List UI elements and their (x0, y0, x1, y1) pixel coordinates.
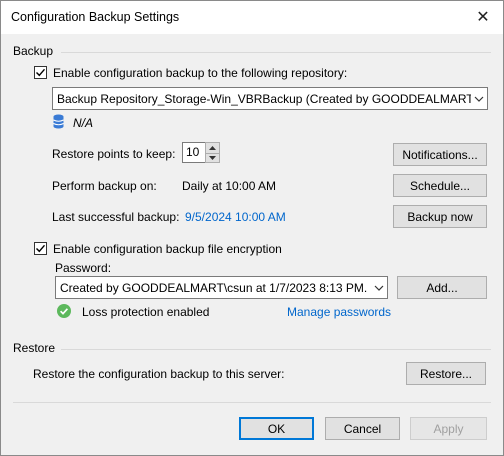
restore-button[interactable]: Restore... (406, 362, 486, 385)
backup-group-label: Backup (13, 44, 54, 58)
spin-down-icon[interactable] (206, 152, 219, 163)
close-icon: ✕ (476, 9, 490, 26)
cancel-button[interactable]: Cancel (325, 417, 400, 440)
spin-up-icon[interactable] (206, 143, 219, 153)
enable-encryption-label: Enable configuration backup file encrypt… (53, 242, 282, 256)
footer-divider (13, 402, 491, 403)
database-icon (53, 114, 64, 132)
password-dropdown-value: Created by GOODDEALMART\csun at 1/7/2023… (60, 280, 371, 295)
perform-backup-label: Perform backup on: (52, 179, 157, 193)
restore-group-label: Restore (13, 341, 56, 355)
loss-protection-status: Loss protection enabled (82, 305, 210, 319)
last-backup-label: Last successful backup: (52, 210, 180, 224)
password-dropdown[interactable]: Created by GOODDEALMART\csun at 1/7/2023… (55, 276, 388, 299)
notifications-button[interactable]: Notifications... (393, 143, 487, 166)
repository-status: N/A (73, 116, 94, 130)
chevron-down-icon (371, 277, 387, 298)
chevron-down-icon (471, 88, 487, 109)
last-backup-value: 9/5/2024 10:00 AM (185, 210, 286, 224)
backup-group-divider (61, 52, 491, 53)
repository-dropdown-value: Backup Repository_Storage-Win_VBRBackup … (57, 91, 471, 106)
checkmark-icon (36, 68, 46, 77)
enable-encryption-checkbox[interactable] (34, 242, 47, 255)
password-label: Password: (55, 261, 112, 275)
enable-backup-label: Enable configuration backup to the follo… (53, 66, 348, 80)
check-circle-icon (57, 304, 71, 321)
restore-points-spinner[interactable] (205, 142, 220, 163)
restore-points-label: Restore points to keep: (52, 147, 176, 161)
window-title: Configuration Backup Settings (11, 10, 180, 24)
checkmark-icon (36, 244, 46, 253)
schedule-button[interactable]: Schedule... (393, 174, 487, 197)
add-password-button[interactable]: Add... (397, 276, 487, 299)
restore-group-divider (61, 349, 491, 350)
close-button[interactable]: ✕ (463, 1, 503, 33)
restore-description: Restore the configuration backup to this… (33, 367, 285, 381)
ok-button[interactable]: OK (239, 417, 314, 440)
repository-dropdown[interactable]: Backup Repository_Storage-Win_VBRBackup … (52, 87, 488, 110)
manage-passwords-link[interactable]: Manage passwords (287, 305, 391, 319)
dialog-window: Configuration Backup Settings ✕ Backup E… (0, 0, 504, 456)
backup-now-button[interactable]: Backup now (393, 205, 487, 228)
perform-backup-value: Daily at 10:00 AM (182, 179, 277, 193)
title-bar: Configuration Backup Settings ✕ (1, 1, 503, 34)
enable-backup-checkbox[interactable] (34, 66, 47, 79)
apply-button[interactable]: Apply (410, 417, 487, 440)
